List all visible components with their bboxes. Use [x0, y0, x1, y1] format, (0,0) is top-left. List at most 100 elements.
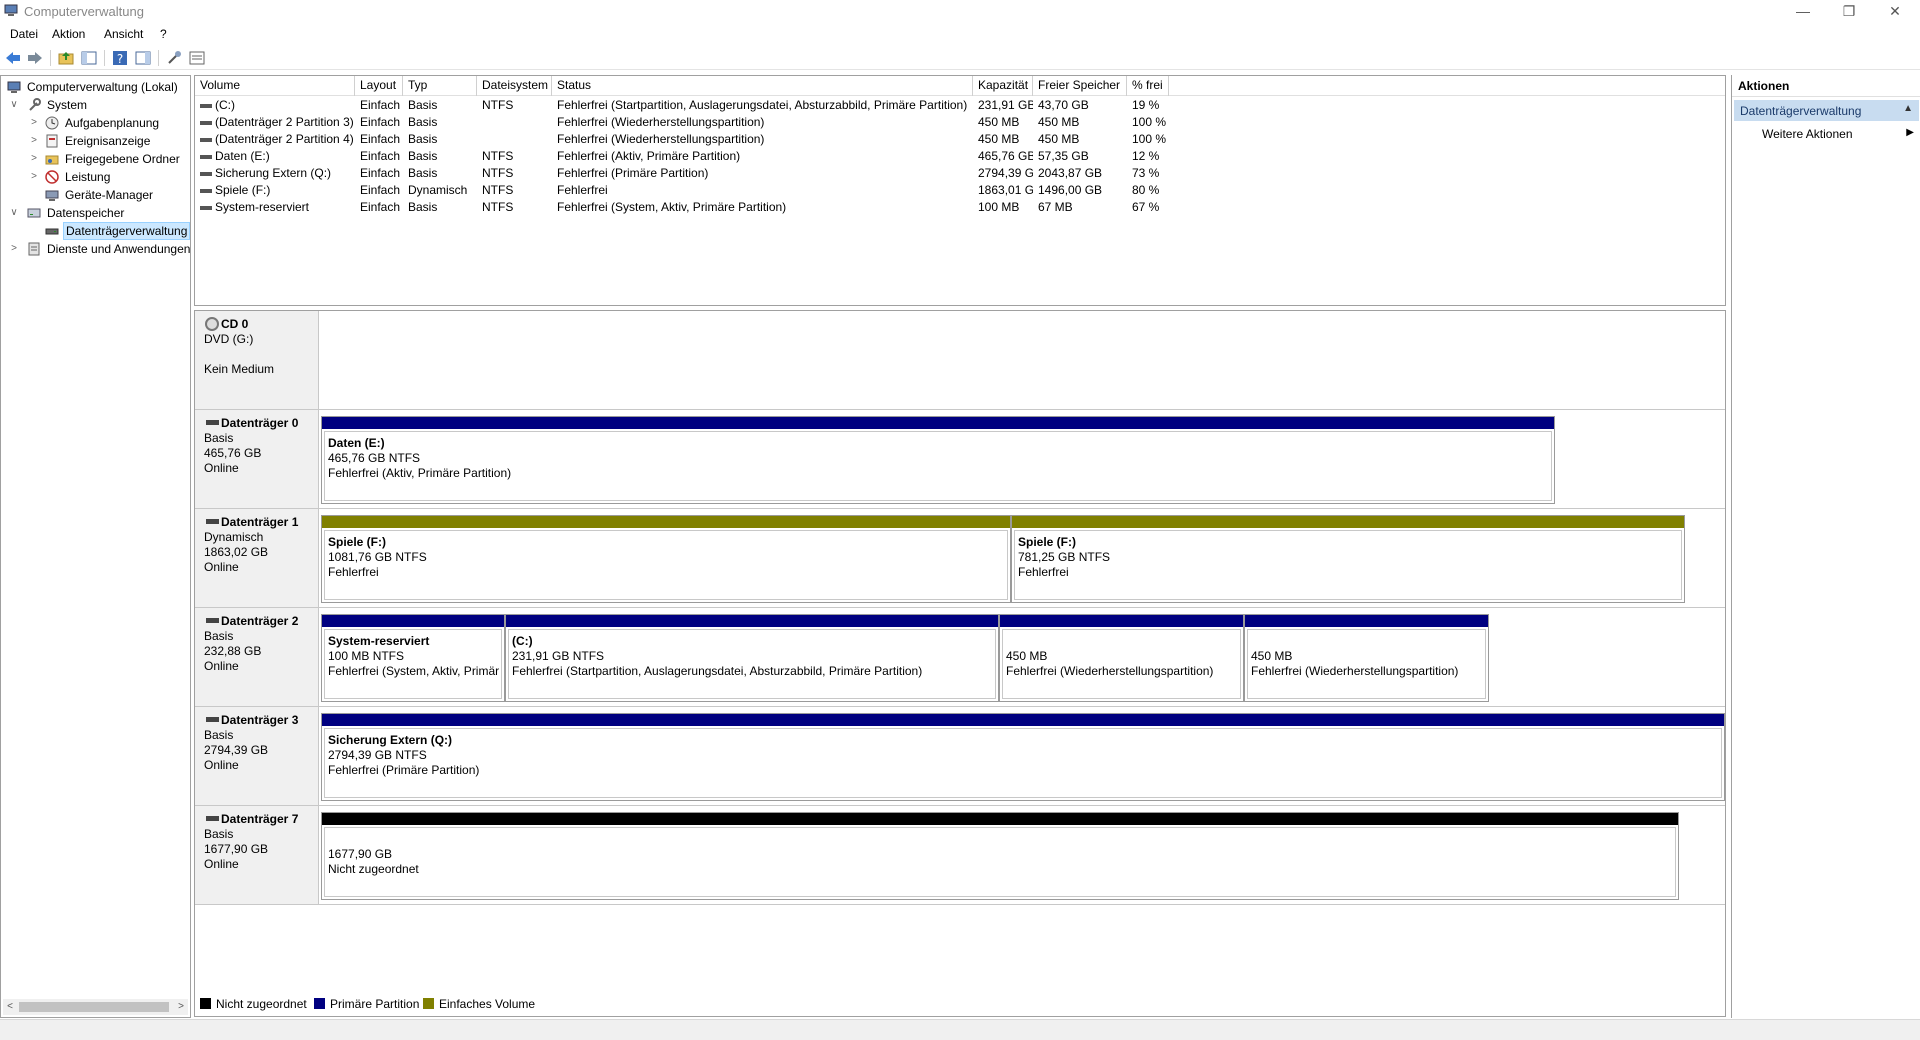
disk-info[interactable]: Datenträger 1 Dynamisch 1863,02 GB Online	[195, 509, 319, 607]
table-cell: Einfach	[360, 115, 401, 129]
list-view-icon[interactable]	[188, 49, 206, 67]
table-cell: Basis	[408, 98, 438, 112]
column-header[interactable]: Typ	[403, 76, 477, 96]
column-header[interactable]: Dateisystem	[477, 76, 552, 96]
computer-management-window: Computerverwaltung — ❐ ✕ Datei Aktion An…	[0, 0, 1920, 1040]
back-arrow-icon[interactable]	[4, 49, 22, 67]
chevron-down-icon[interactable]: ∨	[9, 96, 19, 114]
table-cell: Fehlerfrei (Primäre Partition)	[557, 166, 709, 180]
menu-ansicht[interactable]: Ansicht	[104, 27, 143, 41]
table-cell: 450 MB	[978, 132, 1020, 146]
close-button[interactable]: ✕	[1872, 0, 1918, 24]
table-cell: 1496,00 GB	[1038, 183, 1103, 197]
tree-item-freigegebene-ordner[interactable]: > Freigegebene Ordner	[5, 150, 190, 168]
chevron-right-icon[interactable]: >	[9, 240, 19, 258]
system-tools-icon	[29, 98, 41, 111]
partition-block[interactable]: (C:) 231,91 GB NTFS Fehlerfrei (Startparti…	[505, 614, 999, 702]
submenu-arrow-icon[interactable]: ▶	[1906, 127, 1914, 138]
disk-info[interactable]: Datenträger 2 Basis 232,88 GB Online	[195, 608, 319, 706]
disk-info[interactable]: CD 0 DVD (G:) Kein Medium	[195, 311, 319, 409]
column-header[interactable]: % frei	[1127, 76, 1169, 96]
tree-item-aufgabenplanung[interactable]: > Aufgabenplanung	[5, 114, 190, 132]
table-row[interactable]: System-reserviert Einfach Basis NTFS Fehlerf…	[195, 199, 1725, 216]
table-row[interactable]: (Datenträger 2 Partition 3) Einfach Basis F…	[195, 114, 1725, 131]
table-cell: 1863,01 GB	[978, 183, 1033, 197]
forward-arrow-icon[interactable]	[26, 49, 44, 67]
partition-color-bar	[322, 813, 1678, 825]
menu-aktion[interactable]: Aktion	[52, 27, 85, 41]
weitere-aktionen-link[interactable]: Weitere Aktionen	[1762, 127, 1853, 141]
table-cell: NTFS	[482, 98, 514, 112]
partition-block[interactable]: Spiele (F:) 1081,76 GB NTFS Fehlerfrei	[321, 515, 1011, 603]
tree-item-leistung[interactable]: > Leistung	[5, 168, 190, 186]
cd-drive-icon	[205, 317, 219, 331]
column-header[interactable]: Status	[552, 76, 973, 96]
partition-size: 450 MB	[1251, 649, 1293, 663]
partition-text: 450 MB Fehlerfrei (Wiederherstellungspart…	[1006, 634, 1241, 679]
disk-row: Datenträger 7 Basis 1677,90 GB Online 1677,9…	[195, 806, 1725, 905]
show-hide-console-tree-icon[interactable]	[80, 49, 98, 67]
disk-name: Datenträger 3	[204, 713, 318, 728]
partition-block[interactable]: System-reserviert 100 MB NTFS Fehlerfrei (…	[321, 614, 505, 702]
tree-horizontal-scrollbar[interactable]: < >	[3, 999, 188, 1015]
disk-name-label: Datenträger 2	[221, 614, 299, 628]
scroll-right-icon[interactable]: >	[174, 999, 188, 1015]
column-header[interactable]: Freier Speicher	[1033, 76, 1127, 96]
properties-icon[interactable]	[165, 49, 183, 67]
scroll-left-icon[interactable]: <	[3, 999, 17, 1015]
tree-item-dienste-und-anwendungen[interactable]: > Dienste und Anwendungen	[5, 240, 190, 258]
table-cell: 100 %	[1132, 115, 1167, 129]
disk-row: Datenträger 2 Basis 232,88 GB Online System-…	[195, 608, 1725, 707]
partition-block[interactable]: 450 MB Fehlerfrei (Wiederherstellungspart…	[1244, 614, 1489, 702]
minimize-button[interactable]: —	[1780, 0, 1826, 24]
table-row[interactable]: (C:) Einfach Basis NTFS Fehlerfrei (Startpar…	[195, 97, 1725, 114]
menu-datei[interactable]: Datei	[10, 27, 38, 41]
partition-block[interactable]: Daten (E:) 465,76 GB NTFS Fehlerfrei (Akti…	[321, 416, 1555, 504]
tree-item-computerverwaltung[interactable]: Computerverwaltung (Lokal)	[5, 78, 190, 96]
chevron-right-icon[interactable]: >	[29, 132, 39, 150]
disk-detail: DVD (G:)	[204, 332, 254, 346]
partition-name	[1251, 634, 1486, 649]
table-row[interactable]: Sicherung Extern (Q:) Einfach Basis NTFS Feh…	[195, 165, 1725, 182]
table-row[interactable]: (Datenträger 2 Partition 4) Einfach Basis F…	[195, 131, 1725, 148]
restore-button[interactable]: ❐	[1826, 0, 1872, 24]
partition-block[interactable]: 1677,90 GB Nicht zugeordnet	[321, 812, 1679, 900]
disk-icon	[206, 717, 219, 722]
table-cell: 450 MB	[1038, 115, 1080, 129]
partition-block[interactable]: 450 MB Fehlerfrei (Wiederherstellungspart…	[999, 614, 1244, 702]
scrollbar-thumb[interactable]	[19, 1002, 169, 1012]
up-folder-icon[interactable]	[57, 49, 75, 67]
partition-block[interactable]: Spiele (F:) 781,25 GB NTFS Fehlerfrei	[1011, 515, 1685, 603]
table-row[interactable]: Spiele (F:) Einfach Dynamisch NTFS Fehlerfre…	[195, 182, 1725, 199]
column-header[interactable]: Kapazität	[973, 76, 1033, 96]
column-header[interactable]: Layout	[355, 76, 403, 96]
tree-item-system[interactable]: ∨ System	[5, 96, 190, 114]
legend-item-simple-volume: Einfaches Volume	[423, 997, 535, 1011]
tree-item-datenspeicher[interactable]: ∨ Datenspeicher	[5, 204, 190, 222]
tree-label: Ereignisanzeige	[65, 134, 151, 148]
console-tree: Computerverwaltung (Lokal) ∨ System > Au…	[0, 75, 191, 1018]
show-hide-action-pane-icon[interactable]	[134, 49, 152, 67]
tree-item-datentraegerverwaltung[interactable]: Datenträgerverwaltung	[5, 222, 190, 240]
disk-name-label: Datenträger 7	[221, 812, 299, 826]
tree-item-geraete-manager[interactable]: Geräte-Manager	[5, 186, 190, 204]
tree-item-ereignisanzeige[interactable]: > Ereignisanzeige	[5, 132, 190, 150]
collapse-caret-icon[interactable]: ▲	[1903, 103, 1913, 114]
disk-info[interactable]: Datenträger 7 Basis 1677,90 GB Online	[195, 806, 319, 904]
help-icon[interactable]: ?	[111, 49, 129, 67]
table-row[interactable]: Daten (E:) Einfach Basis NTFS Fehlerfrei (Ak…	[195, 148, 1725, 165]
menu-help[interactable]: ?	[160, 27, 167, 41]
chevron-down-icon[interactable]: ∨	[9, 204, 19, 222]
actions-section-datentraegerverwaltung[interactable]: Datenträgerverwaltung ▲	[1734, 100, 1919, 121]
partition-block[interactable]: Sicherung Extern (Q:) 2794,39 GB NTFS Fehl…	[321, 713, 1725, 801]
disk-detail: Online	[204, 857, 239, 871]
table-cell: 67 %	[1132, 200, 1160, 214]
table-cell: (Datenträger 2 Partition 3)	[215, 115, 354, 129]
column-header[interactable]: Volume	[195, 76, 355, 96]
disk-info[interactable]: Datenträger 3 Basis 2794,39 GB Online	[195, 707, 319, 805]
disk-info[interactable]: Datenträger 0 Basis 465,76 GB Online	[195, 410, 319, 508]
chevron-right-icon[interactable]: >	[29, 114, 39, 132]
chevron-right-icon[interactable]: >	[29, 150, 39, 168]
chevron-right-icon[interactable]: >	[29, 168, 39, 186]
partition-color-bar	[506, 615, 998, 627]
